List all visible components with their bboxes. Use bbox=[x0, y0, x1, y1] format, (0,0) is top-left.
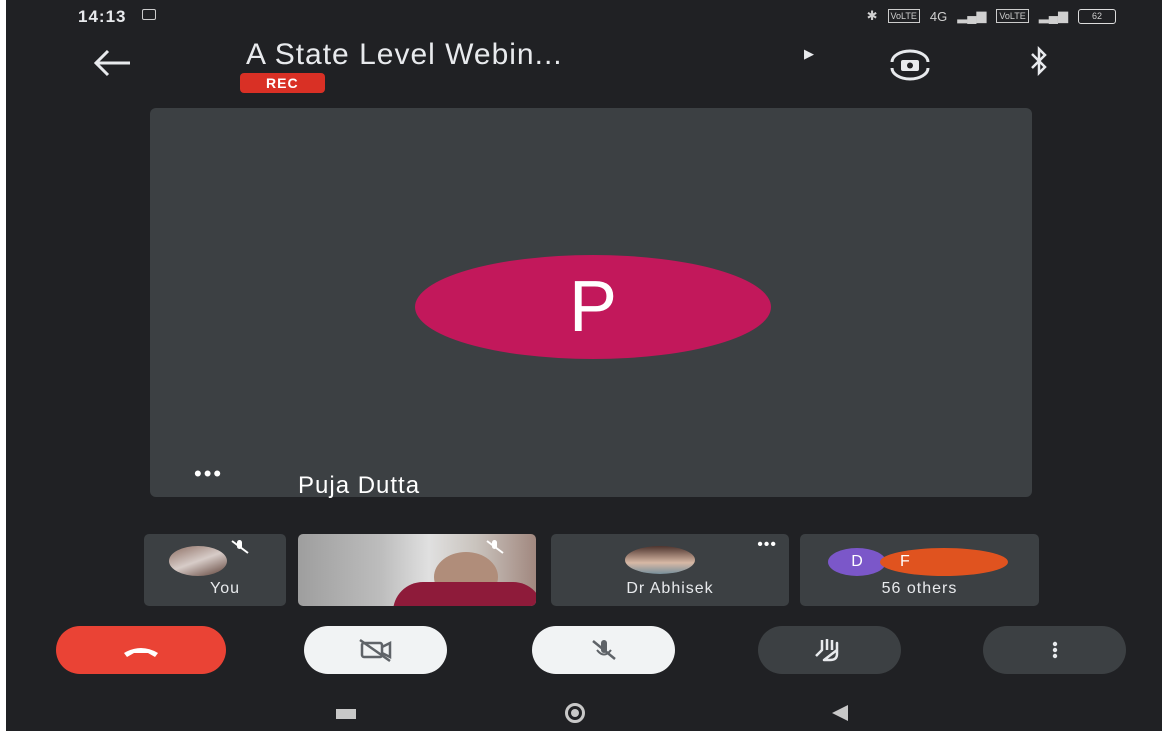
more-dots-icon[interactable]: ••• bbox=[194, 463, 223, 485]
video-clothing bbox=[393, 582, 536, 606]
bluetooth-status-icon: ✱ bbox=[866, 8, 878, 23]
bluetooth-icon[interactable] bbox=[1028, 45, 1050, 81]
play-icon[interactable]: ▶ bbox=[804, 46, 814, 62]
avatar: D bbox=[828, 548, 886, 576]
volte-badge: VoLTE bbox=[887, 9, 920, 23]
participant-label: 56 others bbox=[881, 580, 958, 597]
others-tile[interactable]: D F 56 others bbox=[800, 534, 1039, 606]
participant-tile-you[interactable]: You bbox=[144, 534, 286, 606]
rec-badge: REC bbox=[240, 73, 325, 93]
home-nav-icon[interactable] bbox=[565, 703, 585, 723]
more-dots-icon[interactable]: ••• bbox=[757, 536, 777, 554]
raise-hand-button[interactable] bbox=[758, 626, 901, 674]
status-time: 14:13 bbox=[78, 7, 127, 26]
mic-off-icon bbox=[484, 538, 506, 559]
avatar: F bbox=[880, 548, 1008, 576]
participant-label: Dr Abhisek bbox=[626, 580, 714, 597]
avatar: P bbox=[415, 255, 771, 359]
status-icons: ✱ VoLTE 4G ▂▄▆ VoLTE ▂▄▆ 62 bbox=[867, 8, 1116, 24]
mic-off-icon bbox=[229, 538, 251, 559]
avatar bbox=[625, 546, 695, 574]
volte-badge-2: VoLTE bbox=[996, 9, 1029, 23]
avatar bbox=[169, 546, 227, 576]
back-nav-icon[interactable] bbox=[832, 705, 848, 721]
mic-toggle-button[interactable] bbox=[532, 626, 675, 674]
camera-switch-icon[interactable] bbox=[884, 48, 936, 87]
recents-nav-icon[interactable] bbox=[336, 709, 356, 719]
meeting-title[interactable]: A State Level Webin... bbox=[246, 38, 563, 72]
back-arrow-icon[interactable] bbox=[90, 48, 134, 83]
end-call-button[interactable] bbox=[56, 626, 226, 674]
participant-name: Puja Dutta bbox=[298, 472, 421, 499]
end-call-icon bbox=[124, 648, 158, 657]
participant-video-tile[interactable] bbox=[298, 534, 536, 606]
battery-icon: 62 bbox=[1078, 8, 1116, 24]
signal-icon-2: ▂▄▆ bbox=[1038, 8, 1068, 23]
camera-off-icon bbox=[358, 638, 391, 663]
notification-icon bbox=[142, 9, 156, 20]
camera-toggle-button[interactable] bbox=[304, 626, 447, 674]
main-video-tile[interactable]: P ••• Puja Dutta bbox=[150, 108, 1032, 499]
hand-raise-icon bbox=[814, 639, 838, 662]
more-options-button[interactable] bbox=[983, 626, 1126, 674]
mic-off-icon bbox=[591, 640, 616, 660]
network-type: 4G bbox=[929, 8, 948, 24]
participant-tile-dr-abhisek[interactable]: ••• Dr Abhisek bbox=[551, 534, 789, 606]
more-vert-icon bbox=[1052, 641, 1057, 659]
signal-icon: ▂▄▆ bbox=[957, 8, 987, 23]
meeting-screen: 14:13 ✱ VoLTE 4G ▂▄▆ VoLTE ▂▄▆ 62 A Stat… bbox=[6, 0, 1162, 731]
participant-label: You bbox=[210, 580, 240, 597]
